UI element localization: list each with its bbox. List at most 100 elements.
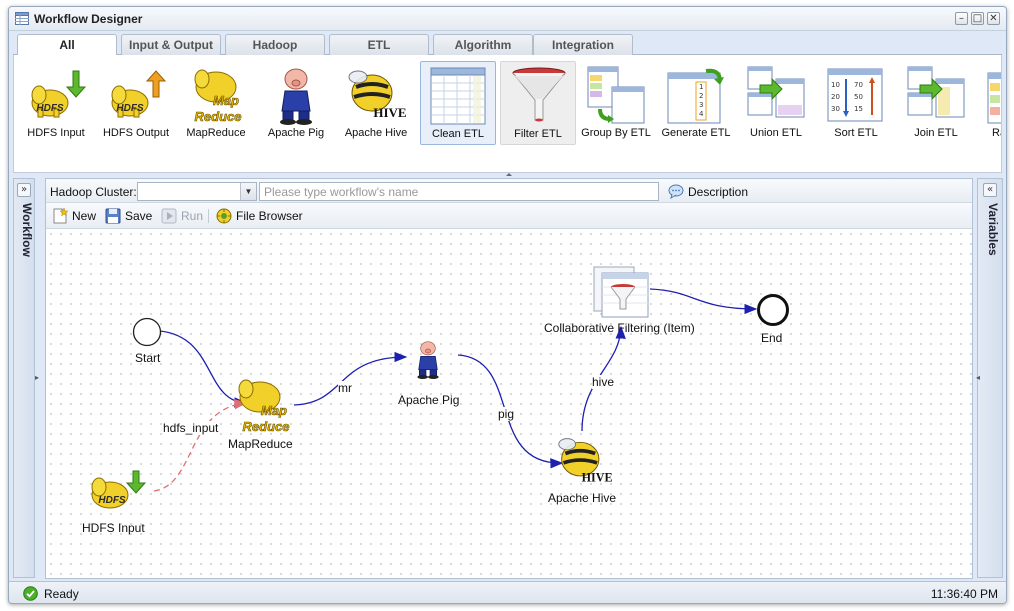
end-node[interactable]: End	[756, 293, 790, 345]
svg-text:50: 50	[854, 93, 863, 101]
variables-panel-label: Variables	[986, 203, 1000, 256]
chevron-down-icon[interactable]: ▼	[240, 183, 256, 200]
speech-bubble-icon	[668, 184, 684, 199]
hdfs-input-icon: HDFS	[31, 70, 86, 118]
mapreduce-label: MapReduce	[228, 437, 293, 451]
filter-etl-icon	[593, 266, 649, 318]
palette-item-label: Join ETL	[914, 127, 958, 139]
palette-item-hdfs-output[interactable]: HDFS HDFS Output	[98, 61, 174, 145]
hdfs-input-icon: HDFS	[91, 470, 147, 509]
palette-item-sort-etl[interactable]: 10 20 30 70 50 15 Sort ETL	[818, 61, 894, 145]
union-etl-icon	[747, 66, 805, 118]
edge-label-mr: mr	[338, 381, 352, 395]
svg-text:20: 20	[831, 93, 840, 101]
palette-item-group-by-etl[interactable]: Group By ETL	[578, 61, 654, 145]
mapreduce-node[interactable]: Map Reduce MapReduce	[228, 373, 294, 451]
status-text: Ready	[44, 587, 79, 601]
end-circle-icon	[757, 294, 789, 326]
svg-text:10: 10	[831, 81, 840, 89]
edge-label-hive: hive	[592, 375, 615, 389]
workflow-editor: Hadoop Cluster: ▼ Description	[45, 178, 973, 579]
palette-item-partial[interactable]: Ra	[978, 61, 1001, 145]
sort-etl-icon: 10 20 30 70 50 15	[827, 68, 883, 122]
run-label: Run	[181, 209, 204, 223]
edge-label-pig: pig	[498, 407, 515, 421]
workflow-canvas[interactable]: Start Map Reduce MapReduce HDFS HDFS Inp…	[46, 229, 972, 578]
tab-etl[interactable]: ETL	[329, 34, 429, 55]
expand-panel-button[interactable]: «	[983, 183, 997, 197]
palette-item-label: Filter ETL	[514, 128, 562, 140]
apache-pig-node[interactable]: Apache Pig	[398, 329, 459, 407]
category-tabs: All Input & Output Hadoop ETL Algorithm …	[13, 33, 1002, 56]
apache-pig-icon	[280, 68, 312, 125]
variables-panel-collapsed: « Variables ◂	[976, 178, 1003, 578]
table-icon	[15, 12, 29, 25]
hdfs-input-node[interactable]: HDFS HDFS Input	[82, 469, 148, 535]
palette-item-clean-etl[interactable]: Clean ETL	[420, 61, 496, 145]
collaborative-filtering-node[interactable]: Collaborative Filtering (Item)	[544, 263, 695, 335]
partial-tool-icon	[987, 72, 1001, 124]
svg-text:3: 3	[699, 101, 703, 109]
run-play-icon	[161, 208, 177, 224]
workflow-panel-collapsed: » Workflow ▸	[13, 178, 39, 578]
tab-algorithm[interactable]: Algorithm	[433, 34, 533, 55]
palette-item-hdfs-input[interactable]: HDFS HDFS Input	[18, 61, 94, 145]
tab-hadoop[interactable]: Hadoop	[225, 34, 325, 55]
svg-text:HDFS: HDFS	[36, 103, 64, 114]
collapse-up-icon[interactable]	[506, 173, 512, 176]
palette-item-apache-pig[interactable]: Apache Pig	[258, 61, 334, 145]
svg-text:Map: Map	[261, 403, 287, 418]
tab-input-output[interactable]: Input & Output	[121, 34, 221, 55]
svg-text:15: 15	[854, 105, 863, 113]
mapreduce-icon: Map Reduce	[238, 379, 290, 434]
file-browser-label: File Browser	[236, 209, 303, 223]
apache-pig-label: Apache Pig	[398, 393, 460, 407]
new-document-icon	[53, 208, 68, 224]
svg-text:4: 4	[699, 110, 704, 118]
svg-text:2: 2	[699, 92, 703, 100]
workflow-name-input[interactable]	[259, 182, 659, 201]
minimize-button[interactable]: –	[955, 12, 968, 25]
svg-text:30: 30	[831, 105, 840, 113]
hdfs-output-icon: HDFS	[111, 70, 166, 118]
start-node[interactable]: Start	[132, 317, 162, 365]
close-button[interactable]: ✕	[987, 12, 1000, 25]
filter-etl-icon	[512, 67, 566, 122]
palette-item-apache-hive[interactable]: HIVE Apache Hive	[338, 61, 414, 145]
expand-panel-button[interactable]: »	[17, 183, 31, 197]
svg-text:Reduce: Reduce	[195, 109, 242, 124]
window-title: Workflow Designer	[34, 12, 143, 26]
component-palette: HDFS HDFS Input HDFS HDFS Output Map Red…	[13, 55, 1002, 173]
workflow-panel-label: Workflow	[20, 203, 34, 257]
palette-item-join-etl[interactable]: Join ETL	[898, 61, 974, 145]
palette-item-label: Sort ETL	[834, 127, 878, 139]
tab-integration[interactable]: Integration	[533, 34, 633, 55]
palette-item-label: Apache Hive	[344, 127, 408, 139]
workflow-designer-window: Workflow Designer – □ ✕ All Input & Outp…	[8, 6, 1007, 604]
save-label: Save	[125, 209, 153, 223]
tab-all[interactable]: All	[17, 34, 117, 56]
maximize-button[interactable]: □	[971, 12, 984, 25]
title-bar: Workflow Designer – □ ✕	[9, 7, 1006, 31]
hadoop-cluster-select[interactable]: ▼	[137, 182, 257, 201]
palette-item-union-etl[interactable]: Union ETL	[738, 61, 814, 145]
palette-item-generate-etl[interactable]: 1234 Generate ETL	[658, 61, 734, 145]
workflow-edges	[153, 288, 758, 492]
edge-label-hdfs-input: hdfs_input	[163, 421, 219, 435]
palette-item-label: Apache Pig	[267, 127, 325, 139]
palette-item-label: Clean ETL	[432, 128, 484, 140]
workflow-toolbar: New Save Run File Browser	[46, 203, 972, 229]
apache-hive-node[interactable]: HIVE Apache Hive	[548, 433, 616, 505]
palette-item-filter-etl[interactable]: Filter ETL	[500, 61, 576, 145]
edge-cf-to-end[interactable]	[649, 288, 758, 315]
collaborative-filtering-label: Collaborative Filtering (Item)	[544, 321, 695, 335]
palette-item-label: Group By ETL	[581, 127, 651, 139]
expand-left-icon[interactable]: ▸	[35, 373, 39, 382]
palette-item-label: Union ETL	[750, 127, 802, 139]
hadoop-cluster-label: Hadoop Cluster:	[50, 185, 137, 199]
expand-right-icon[interactable]: ◂	[976, 373, 980, 382]
svg-text:70: 70	[854, 81, 863, 89]
palette-item-mapreduce[interactable]: Map Reduce MapReduce	[178, 61, 254, 145]
palette-item-label: Generate ETL	[661, 127, 731, 139]
join-etl-icon	[907, 66, 965, 118]
